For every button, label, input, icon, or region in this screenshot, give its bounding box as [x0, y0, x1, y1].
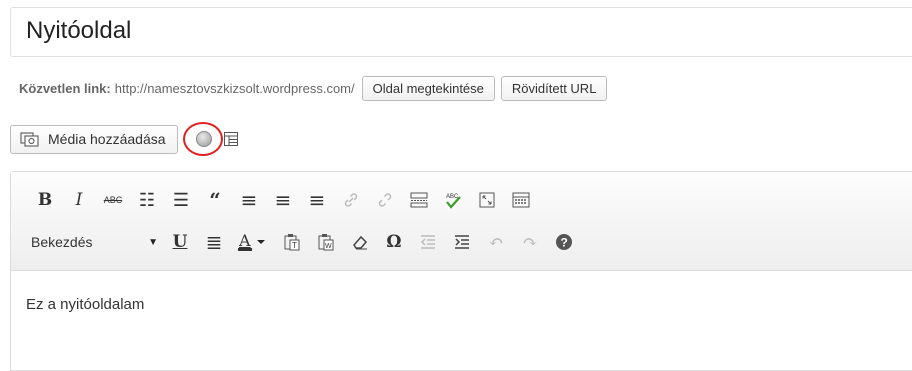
bullet-list-button[interactable]: ☷: [135, 188, 159, 212]
toolbar-row-2: Bekezdés ▼ U ≣ A T W Ω ↶ ↷ ?: [31, 225, 586, 259]
permalink-label: Közvetlen link:: [19, 80, 111, 96]
blockquote-button[interactable]: “: [203, 188, 227, 212]
indent-icon: [455, 235, 469, 249]
spellcheck-button[interactable]: ABC: [441, 188, 465, 212]
kitchen-sink-icon: [512, 192, 530, 208]
eraser-icon: [353, 235, 368, 250]
indent-button[interactable]: [450, 230, 474, 254]
align-right-button[interactable]: ≡: [305, 188, 329, 212]
undo-button[interactable]: ↶: [484, 230, 508, 254]
more-tag-button[interactable]: [407, 188, 431, 212]
format-select-value: Bekezdés: [31, 234, 93, 250]
svg-text:T: T: [292, 241, 297, 250]
paste-text-icon: T: [284, 234, 300, 251]
editor-area[interactable]: B I ABC ☷ ☰ “ ≡ ≡ ≡ ABC Bekezdés ▼ U ≣ A…: [10, 171, 912, 371]
redo-button[interactable]: ↷: [518, 230, 542, 254]
red-ring: [182, 122, 223, 156]
annotation-circle: [181, 119, 227, 159]
clear-formatting-button[interactable]: [348, 230, 372, 254]
fullscreen-icon: [479, 192, 495, 208]
media-buttons: Média hozzáadása: [10, 122, 239, 156]
outdent-icon: [420, 235, 435, 249]
toolbar-row-1: B I ABC ☷ ☰ “ ≡ ≡ ≡ ABC: [33, 183, 543, 217]
media-icon: [20, 132, 39, 147]
paste-word-button[interactable]: W: [314, 230, 338, 254]
format-select[interactable]: Bekezdés ▼: [31, 229, 158, 255]
spellcheck-icon: ABC: [446, 194, 461, 209]
align-left-button[interactable]: ≡: [237, 188, 261, 212]
svg-text:A: A: [238, 232, 251, 250]
paste-word-icon: W: [318, 234, 334, 251]
unlink-icon: [378, 193, 392, 207]
help-button[interactable]: ?: [552, 230, 576, 254]
text-color-button[interactable]: A: [236, 230, 270, 254]
strikethrough-button[interactable]: ABC: [101, 188, 125, 212]
bold-button[interactable]: B: [33, 188, 57, 212]
kitchen-sink-button[interactable]: [509, 188, 533, 212]
add-media-button[interactable]: Média hozzáadása: [10, 124, 178, 154]
title-field[interactable]: Nyitóoldal: [10, 7, 912, 57]
more-tag-icon: [410, 192, 428, 208]
italic-button[interactable]: I: [67, 188, 91, 212]
fullscreen-button[interactable]: [475, 188, 499, 212]
unlink-button[interactable]: [373, 188, 397, 212]
underline-button[interactable]: U: [168, 230, 192, 254]
justify-button[interactable]: ≣: [202, 230, 226, 254]
svg-text:W: W: [325, 243, 332, 250]
numbered-list-button[interactable]: ☰: [169, 188, 193, 212]
outdent-button[interactable]: [416, 230, 440, 254]
svg-text:?: ?: [561, 236, 568, 250]
editor-toolbar: B I ABC ☷ ☰ “ ≡ ≡ ≡ ABC Bekezdés ▼ U ≣ A…: [11, 172, 912, 271]
help-icon: ?: [556, 234, 572, 250]
permalink-url[interactable]: http://namesztovszkizsolt.wordpress.com/: [115, 81, 355, 96]
editor-content[interactable]: Ez a nyitóoldalam: [26, 296, 144, 313]
paste-text-button[interactable]: T: [280, 230, 304, 254]
add-media-label: Média hozzáadása: [48, 131, 166, 147]
insert-link-button[interactable]: [339, 188, 363, 212]
view-page-button[interactable]: Oldal megtekintése: [361, 75, 495, 101]
chevron-down-icon: ▼: [148, 236, 158, 248]
permalink-bar: Közvetlen link: http://namesztovszkizsol…: [19, 75, 613, 101]
shortlink-button[interactable]: Rövidített URL: [500, 75, 608, 101]
align-center-button[interactable]: ≡: [271, 188, 295, 212]
special-character-button[interactable]: Ω: [382, 230, 406, 254]
title-text: Nyitóoldal: [26, 17, 132, 44]
text-color-icon: A: [238, 232, 265, 251]
link-icon: [344, 193, 358, 207]
